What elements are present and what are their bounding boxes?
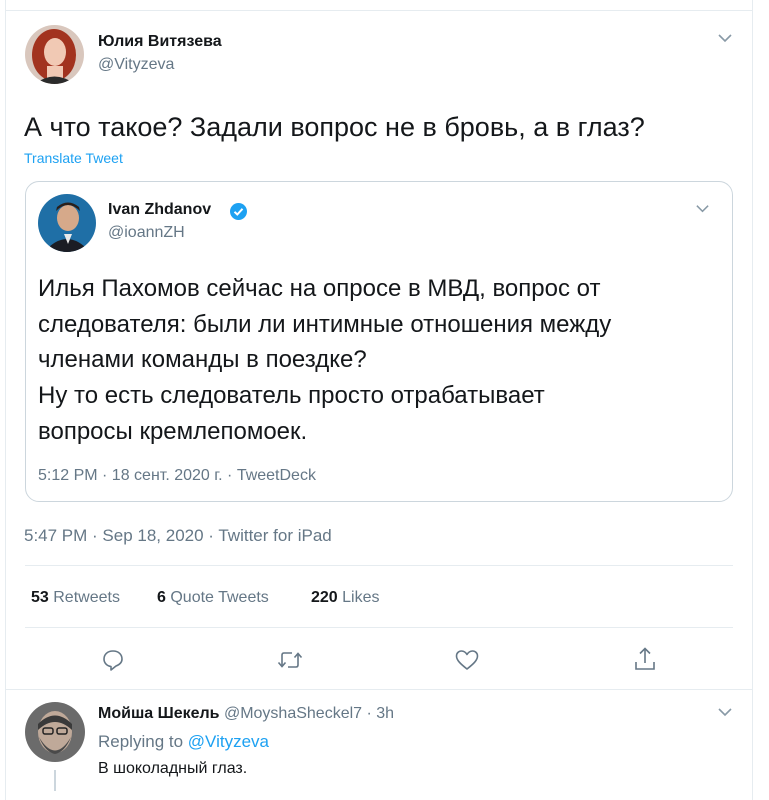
retweets-label: Retweets [53, 589, 120, 606]
tweet-timestamp[interactable]: 5:47 PM · Sep 18, 2020 · Twitter for iPa… [24, 526, 332, 546]
reply-header: Мойша Шекель @MoyshaSheckel7 · 3h [98, 705, 394, 723]
quotes-count: 6 [157, 589, 166, 606]
retweets-count: 53 [31, 589, 49, 606]
share-icon[interactable] [633, 646, 657, 672]
quoted-tweet-line: Ну то есть следователь просто отрабатыва… [38, 382, 545, 409]
author-handle[interactable]: @Vityzeva [98, 56, 174, 74]
likes-stat[interactable]: 220 Likes [311, 589, 380, 607]
divider [25, 627, 733, 628]
author-avatar[interactable] [25, 25, 84, 84]
replying-handle-link[interactable]: @Vityzeva [188, 732, 269, 751]
quotes-label: Quote Tweets [170, 589, 269, 606]
chevron-down-icon[interactable] [717, 30, 733, 51]
quoted-author-name[interactable]: Ivan Zhdanov [108, 201, 211, 219]
quoted-tweet-line: вопросы кремлепомоек. [38, 418, 308, 445]
reply-author-handle[interactable]: @MoyshaSheckel7 [224, 705, 362, 722]
quoted-tweet-line: членами команды в поездке? [38, 346, 367, 373]
like-icon[interactable] [454, 648, 480, 672]
retweets-stat[interactable]: 53 Retweets [31, 589, 120, 607]
verified-badge-icon [229, 202, 248, 226]
top-divider [5, 10, 753, 11]
quoted-author-avatar[interactable] [38, 194, 96, 252]
reply-icon[interactable] [101, 648, 125, 672]
reply-time[interactable]: · 3h [367, 705, 395, 722]
reply-text: В шоколадный глаз. [98, 760, 248, 777]
chevron-down-icon[interactable] [695, 201, 710, 221]
quote-tweets-stat[interactable]: 6 Quote Tweets [157, 589, 269, 607]
replying-to: Replying to @Vityzeva [98, 732, 269, 752]
thread-line [54, 770, 56, 791]
quoted-tweet-line: следователя: были ли интимные отношения … [38, 311, 612, 338]
quoted-tweet-timestamp[interactable]: 5:12 PM · 18 сент. 2020 г. · TweetDeck [38, 467, 316, 485]
author-name[interactable]: Юлия Витязева [98, 33, 222, 51]
retweet-icon[interactable] [277, 648, 303, 672]
translate-tweet-link[interactable]: Translate Tweet [24, 150, 123, 166]
replying-prefix: Replying to [98, 732, 184, 751]
reply-author-avatar[interactable] [25, 702, 85, 762]
divider [25, 565, 733, 566]
likes-label: Likes [342, 589, 380, 606]
divider [5, 689, 753, 690]
quoted-tweet-line: Илья Пахомов сейчас на опросе в МВД, воп… [38, 275, 601, 302]
likes-count: 220 [311, 589, 338, 606]
quoted-author-handle[interactable]: @ioannZH [108, 224, 185, 242]
tweet-text: А что такое? Задали вопрос не в бровь, а… [24, 112, 645, 142]
chevron-down-icon[interactable] [717, 704, 733, 725]
reply-author-name[interactable]: Мойша Шекель [98, 705, 220, 722]
